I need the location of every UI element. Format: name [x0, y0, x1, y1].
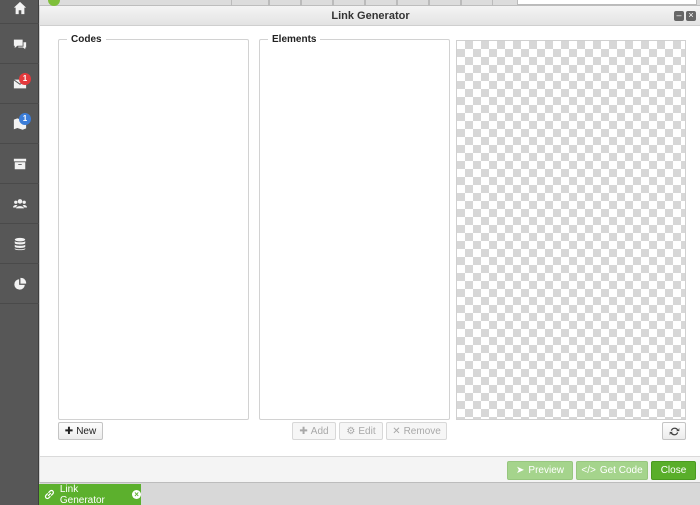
sidebar-item-archive[interactable]: [0, 144, 39, 184]
elements-panel: Elements: [259, 34, 450, 420]
map-badge: 1: [19, 113, 31, 125]
home-icon: [13, 1, 26, 14]
new-code-button[interactable]: ✚ New: [58, 422, 103, 440]
users-icon: [12, 198, 27, 208]
inbox-badge: 1: [19, 73, 31, 85]
refresh-icon: [669, 427, 679, 435]
chat-icon: [13, 39, 26, 49]
plus-icon: ✚: [64, 425, 74, 437]
link-icon: [44, 489, 54, 500]
add-label: Add: [310, 425, 329, 437]
close-label: Close: [660, 465, 687, 476]
sidebar-item-users[interactable]: [0, 184, 39, 224]
search-input[interactable]: [517, 0, 697, 5]
new-label: New: [76, 425, 97, 437]
taskbar-tab-label: Link Generator: [59, 483, 105, 505]
sidebar-item-reports[interactable]: [0, 264, 39, 304]
remove-label: Remove: [403, 425, 441, 437]
sidebar: 1 1: [0, 0, 39, 505]
close-button[interactable]: Close: [651, 461, 696, 480]
link-generator-dialog: Link Generator – × Codes Elements ✚ New …: [39, 6, 700, 482]
preview-label: Preview: [528, 465, 564, 476]
get-code-label: Get Code: [599, 465, 643, 476]
add-element-button[interactable]: ✚ Add: [292, 422, 336, 440]
taskbar: Link Generator ×: [39, 482, 700, 505]
dialog-title: Link Generator: [40, 6, 700, 26]
refresh-button[interactable]: [662, 422, 686, 440]
sidebar-item-inbox[interactable]: 1: [0, 64, 39, 104]
edit-element-button[interactable]: ⚙ Edit: [339, 422, 383, 440]
dialog-footer: ➤ Preview </> Get Code Close: [40, 456, 700, 482]
paper-plane-icon: ➤: [516, 465, 525, 476]
codes-legend: Codes: [71, 34, 102, 45]
sidebar-item-map[interactable]: 1: [0, 104, 39, 144]
minimize-button[interactable]: –: [674, 11, 684, 21]
close-icon: ✕: [392, 425, 401, 437]
remove-element-button[interactable]: ✕ Remove: [386, 422, 447, 440]
plus-icon: ✚: [299, 425, 308, 437]
codes-panel: Codes: [58, 34, 249, 420]
database-icon: [14, 237, 25, 250]
elements-legend: Elements: [272, 34, 317, 45]
code-icon: </>: [581, 465, 596, 476]
sidebar-item-database[interactable]: [0, 224, 39, 264]
preview-canvas: [456, 40, 686, 420]
archive-icon: [13, 158, 26, 169]
gear-icon: ⚙: [346, 425, 356, 437]
sidebar-item-chat[interactable]: [0, 24, 39, 64]
pie-chart-icon: [13, 277, 26, 290]
close-window-button[interactable]: ×: [686, 11, 696, 21]
edit-label: Edit: [358, 425, 376, 437]
sidebar-item-home[interactable]: [0, 0, 39, 24]
taskbar-tab-link-generator[interactable]: Link Generator ×: [39, 484, 141, 505]
preview-button[interactable]: ➤ Preview: [507, 461, 573, 480]
close-tab-icon[interactable]: ×: [132, 490, 141, 499]
get-code-button[interactable]: </> Get Code: [576, 461, 648, 480]
